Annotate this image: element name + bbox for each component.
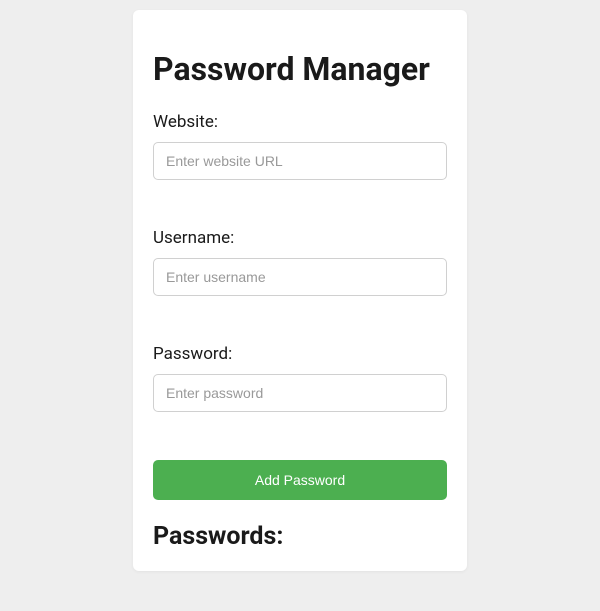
page-title: Password Manager	[153, 50, 447, 88]
password-label: Password:	[153, 344, 447, 364]
add-password-button[interactable]: Add Password	[153, 460, 447, 500]
username-input[interactable]	[153, 258, 447, 296]
passwords-list-heading: Passwords:	[153, 522, 447, 551]
password-manager-card: Password Manager Website: Username: Pass…	[133, 10, 467, 571]
username-field-group: Username:	[153, 228, 447, 296]
website-field-group: Website:	[153, 112, 447, 180]
username-label: Username:	[153, 228, 447, 248]
password-input[interactable]	[153, 374, 447, 412]
password-field-group: Password:	[153, 344, 447, 412]
website-input[interactable]	[153, 142, 447, 180]
website-label: Website:	[153, 112, 447, 132]
